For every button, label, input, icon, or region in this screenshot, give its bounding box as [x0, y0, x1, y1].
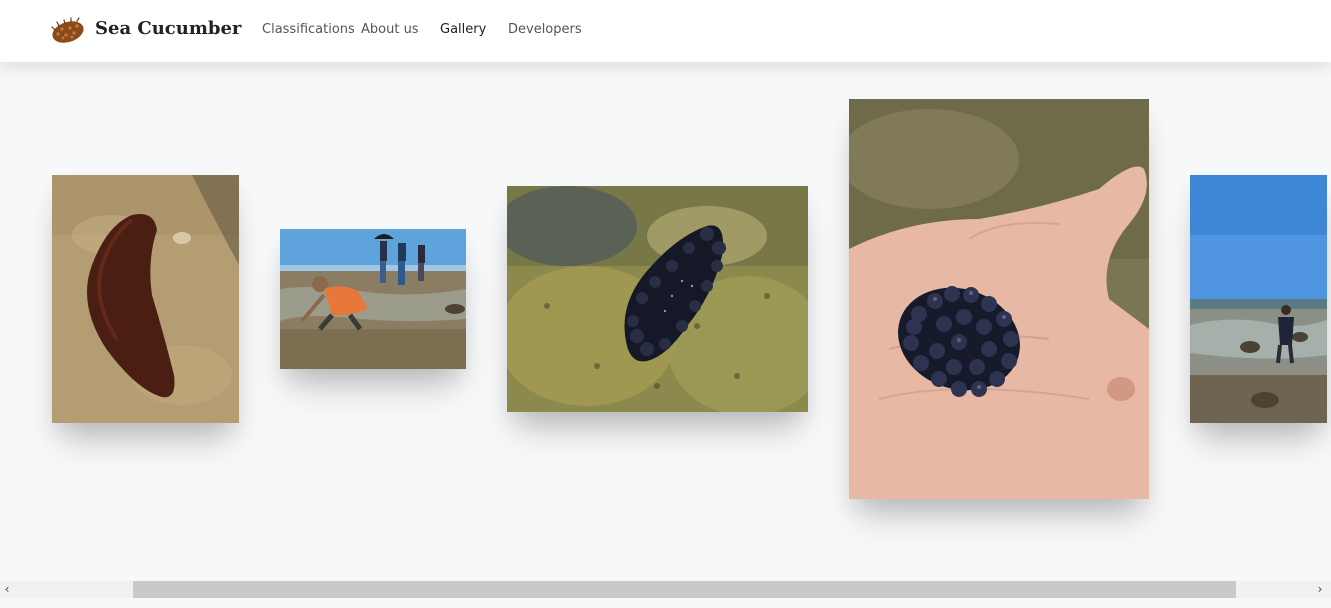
scroll-right-icon[interactable]: › — [1313, 581, 1327, 598]
nav-link-about-us[interactable]: About us — [361, 22, 419, 37]
gallery-photo-tide-pool-people[interactable] — [280, 229, 466, 369]
nav-link-developers[interactable]: Developers — [508, 22, 582, 37]
gallery-photo-wading-person[interactable] — [1190, 175, 1327, 423]
gallery-photo-sea-cucumber-sand[interactable] — [52, 175, 239, 423]
scroll-left-icon[interactable]: ‹ — [0, 581, 14, 598]
top-navbar: Sea Cucumber Classifications About us Ga… — [0, 0, 1331, 62]
photo-gallery — [0, 62, 1331, 581]
nav-link-classifications[interactable]: Classifications — [262, 22, 355, 37]
gallery-photo-sea-cucumber-rock[interactable] — [507, 186, 808, 412]
gallery-photo-creature-in-hand[interactable] — [849, 99, 1149, 499]
sea-cucumber-logo-icon[interactable] — [50, 16, 86, 46]
horizontal-scrollbar[interactable]: ‹ › — [0, 581, 1331, 598]
scrollbar-thumb[interactable] — [133, 581, 1236, 598]
nav-link-gallery[interactable]: Gallery — [440, 22, 486, 37]
brand-name[interactable]: Sea Cucumber — [95, 18, 241, 39]
